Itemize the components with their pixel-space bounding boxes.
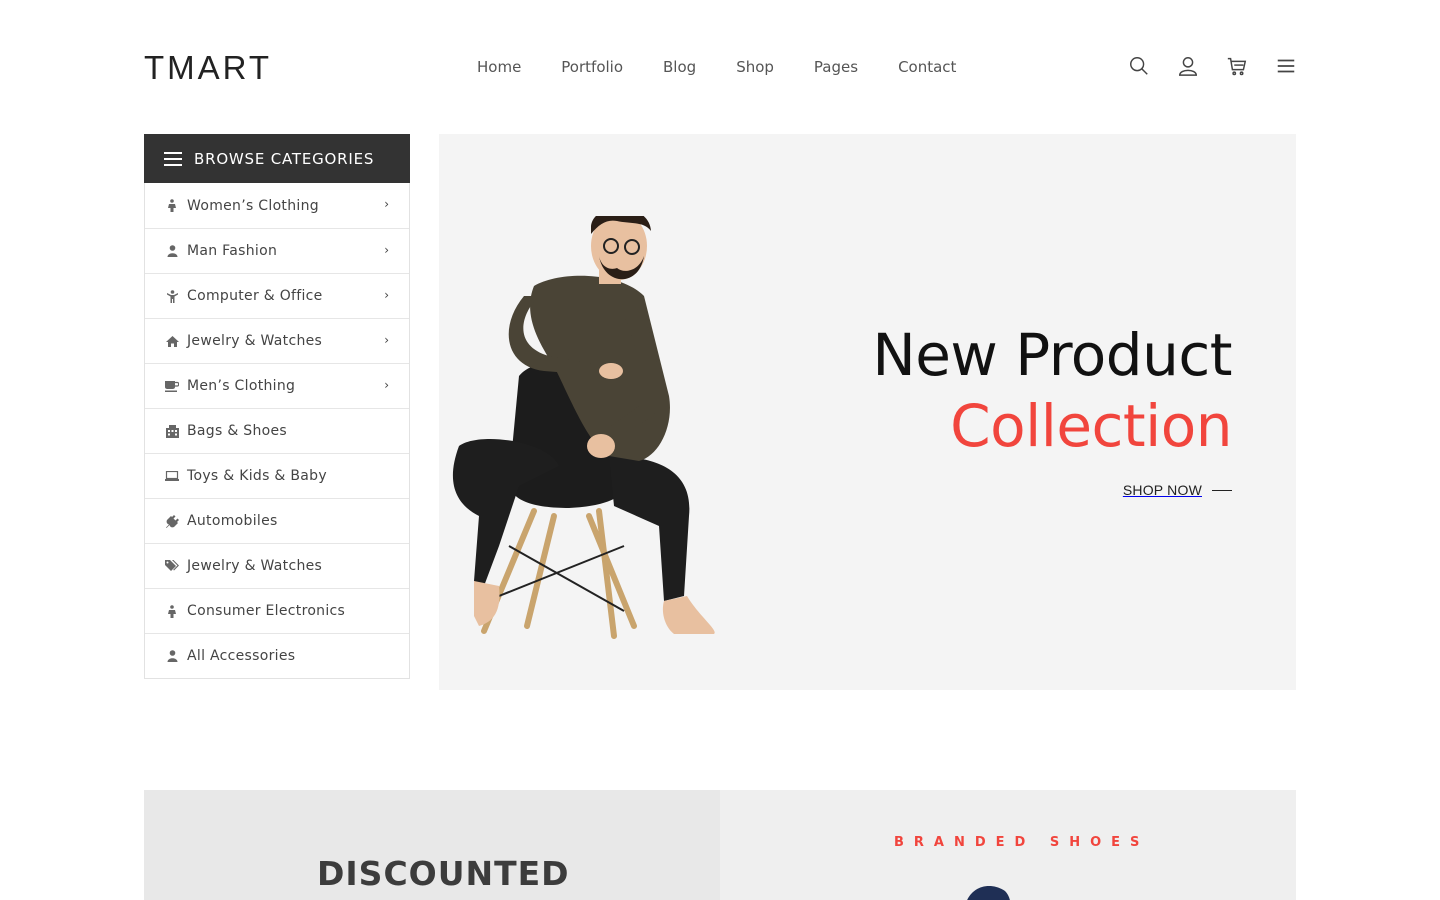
category-jewelry-watches-2[interactable]: Jewelry & Watches bbox=[145, 543, 409, 588]
main-nav: Home Portfolio Blog Shop Pages Contact bbox=[477, 56, 956, 78]
category-label: Man Fashion bbox=[187, 243, 278, 259]
category-label: Automobiles bbox=[187, 513, 278, 529]
category-mens-clothing[interactable]: Men’s Clothing › bbox=[145, 363, 409, 408]
chevron-right-icon: › bbox=[384, 197, 389, 211]
shop-now-dash bbox=[1212, 489, 1232, 491]
nav-home[interactable]: Home bbox=[477, 56, 521, 78]
category-all-accessories[interactable]: All Accessories bbox=[145, 633, 409, 678]
cart-icon[interactable] bbox=[1225, 54, 1249, 78]
branded-shoes-title: BRANDED SHOES bbox=[894, 835, 1150, 850]
category-toys-kids-baby[interactable]: Toys & Kids & Baby bbox=[145, 453, 409, 498]
site-header: TMART Home Portfolio Blog Shop Pages Con… bbox=[0, 0, 1440, 134]
shop-now-button[interactable]: SHOP NOW bbox=[1123, 482, 1232, 498]
category-label: Computer & Office bbox=[187, 288, 323, 304]
user-icon bbox=[165, 244, 179, 258]
child-icon bbox=[165, 289, 179, 303]
category-label: Bags & Shoes bbox=[187, 423, 288, 439]
category-automobiles[interactable]: Automobiles bbox=[145, 498, 409, 543]
hamburger-icon bbox=[164, 151, 182, 166]
category-label: Men’s Clothing bbox=[187, 378, 296, 394]
female-icon bbox=[165, 199, 179, 213]
user-icon[interactable] bbox=[1176, 54, 1200, 78]
nav-contact[interactable]: Contact bbox=[898, 56, 956, 78]
category-label: Toys & Kids & Baby bbox=[187, 468, 327, 484]
hero-title-line2: Collection bbox=[950, 392, 1232, 460]
category-label: Jewelry & Watches bbox=[187, 333, 323, 349]
category-label: Jewelry & Watches bbox=[187, 558, 323, 574]
nav-portfolio[interactable]: Portfolio bbox=[561, 56, 623, 78]
category-label: All Accessories bbox=[187, 648, 296, 664]
nav-blog[interactable]: Blog bbox=[663, 56, 696, 78]
coffee-icon bbox=[165, 379, 179, 393]
category-consumer-electronics[interactable]: Consumer Electronics bbox=[145, 588, 409, 633]
discounted-title: DISCOUNTED bbox=[317, 854, 570, 893]
shop-now-label: SHOP NOW bbox=[1122, 482, 1202, 498]
home-icon bbox=[165, 334, 179, 348]
discounted-banner[interactable]: DISCOUNTED bbox=[144, 790, 720, 900]
category-list: Women’s Clothing › Man Fashion › Compute… bbox=[144, 183, 410, 679]
category-jewelry-watches[interactable]: Jewelry & Watches › bbox=[145, 318, 409, 363]
nav-shop[interactable]: Shop bbox=[736, 56, 774, 78]
laptop-icon bbox=[165, 469, 179, 483]
menu-icon[interactable] bbox=[1274, 54, 1298, 78]
tags-icon bbox=[165, 559, 179, 573]
chevron-right-icon: › bbox=[384, 333, 389, 347]
hero-banner: New Product Collection SHOP NOW bbox=[439, 134, 1296, 690]
category-man-fashion[interactable]: Man Fashion › bbox=[145, 228, 409, 273]
chevron-right-icon: › bbox=[384, 288, 389, 302]
category-bags-shoes[interactable]: Bags & Shoes bbox=[145, 408, 409, 453]
hero-title-line1: New Product bbox=[872, 321, 1232, 389]
shoe-image bbox=[967, 886, 1010, 900]
hero-heading: New Product Collection bbox=[872, 320, 1232, 462]
browse-categories-header[interactable]: BROWSE CATEGORIES bbox=[144, 134, 410, 183]
user-icon bbox=[165, 649, 179, 663]
search-icon[interactable] bbox=[1127, 54, 1151, 78]
category-label: Women’s Clothing bbox=[187, 197, 319, 214]
category-computer-office[interactable]: Computer & Office › bbox=[145, 273, 409, 318]
category-sidebar: BROWSE CATEGORIES Women’s Clothing › Man… bbox=[144, 134, 410, 679]
category-womens-clothing[interactable]: Women’s Clothing › bbox=[145, 183, 409, 228]
chevron-right-icon: › bbox=[384, 378, 389, 392]
hero-model-image bbox=[452, 216, 715, 639]
plug-icon bbox=[165, 514, 179, 528]
chevron-right-icon: › bbox=[384, 243, 389, 257]
browse-categories-title: BROWSE CATEGORIES bbox=[194, 149, 375, 168]
category-label: Consumer Electronics bbox=[187, 603, 346, 619]
site-logo[interactable]: TMART bbox=[144, 50, 272, 86]
header-actions bbox=[1127, 54, 1298, 78]
female-icon bbox=[165, 604, 179, 618]
building-icon bbox=[165, 424, 179, 438]
nav-pages[interactable]: Pages bbox=[814, 56, 858, 78]
branded-shoes-banner[interactable]: BRANDED SHOES bbox=[720, 790, 1296, 900]
